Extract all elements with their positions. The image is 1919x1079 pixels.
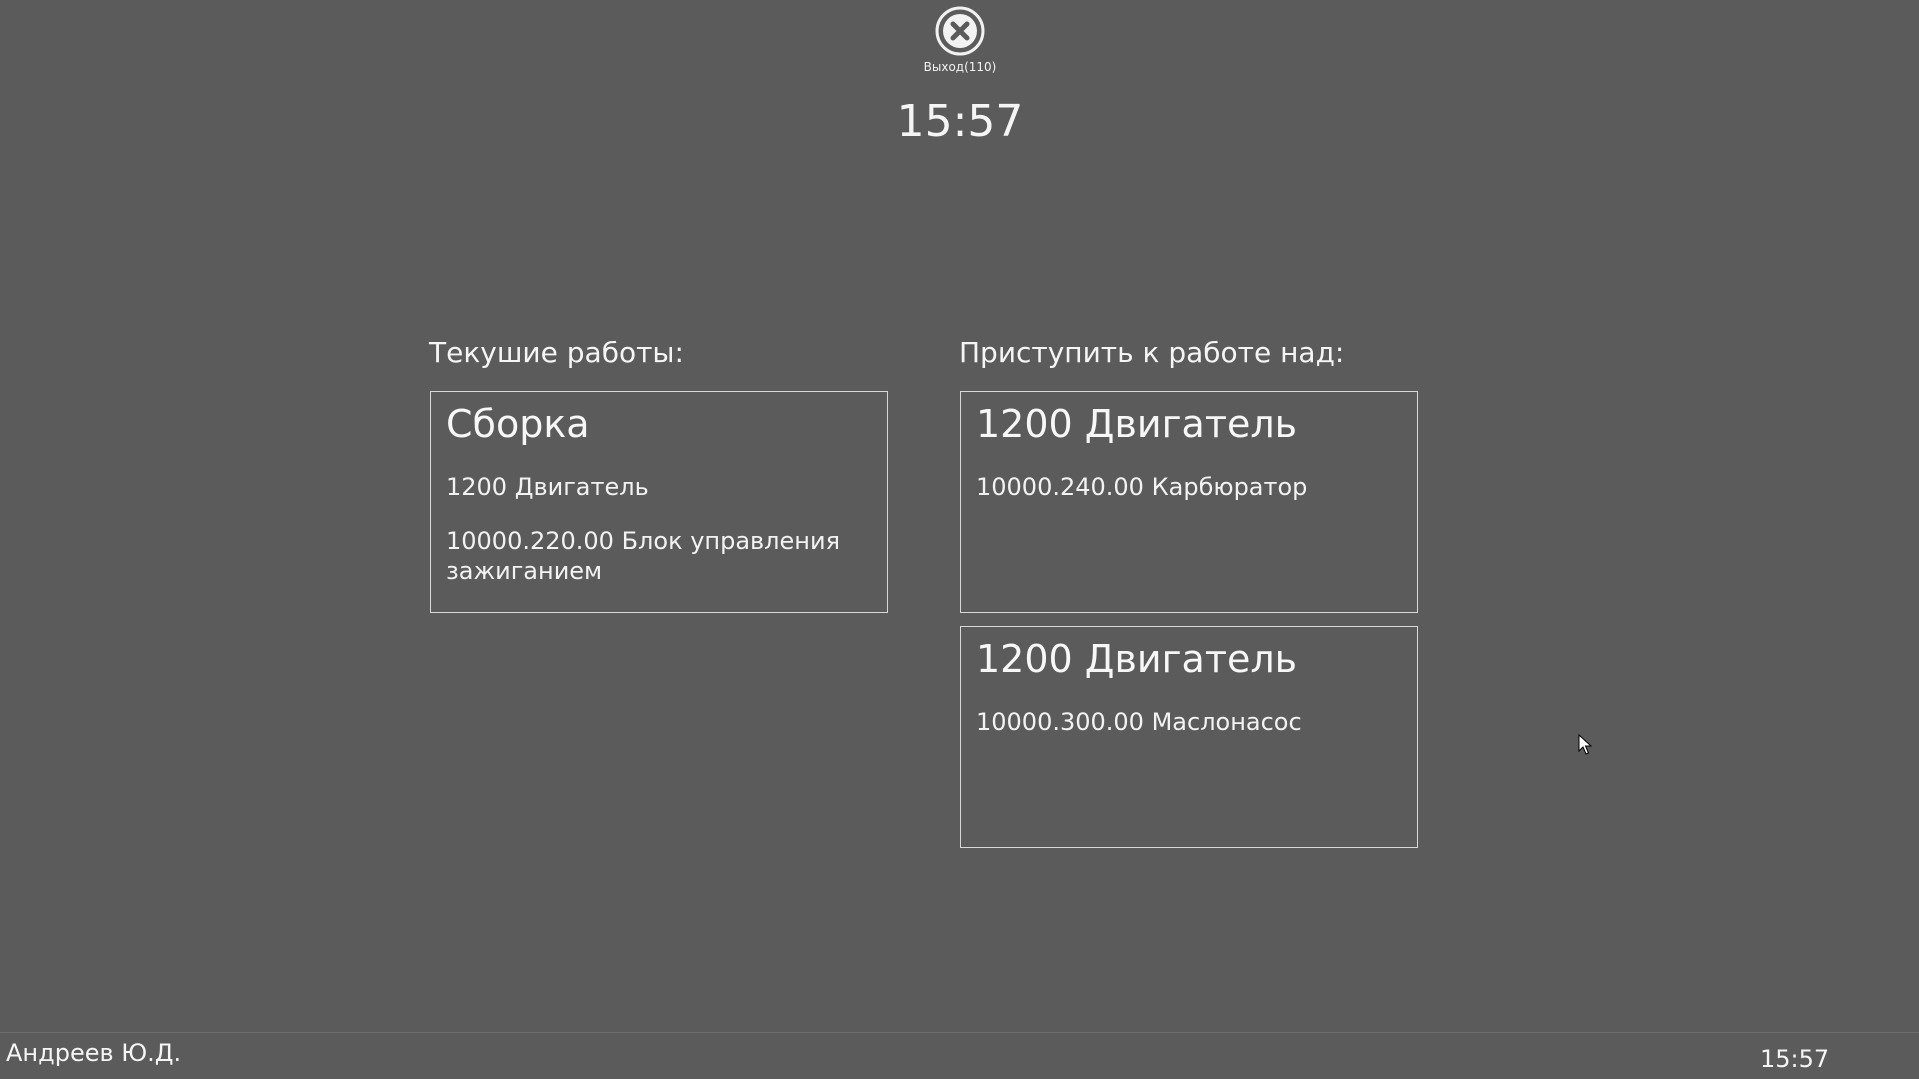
exit-label: Выход(110) xyxy=(923,60,997,74)
card-title: Сборка xyxy=(446,402,590,446)
card-part: 10000.220.00 Блок управления зажиганием xyxy=(446,526,841,585)
card-title: 1200 Двигатель xyxy=(976,402,1298,446)
current-work-card[interactable]: Сборка 1200 Двигатель 10000.220.00 Блок … xyxy=(430,391,888,613)
main-clock: 15:57 xyxy=(896,96,1024,147)
close-circle-icon xyxy=(935,6,985,56)
card-title: 1200 Двигатель xyxy=(976,637,1298,681)
card-product: 1200 Двигатель xyxy=(446,472,649,501)
card-part: 10000.300.00 Маслонасос xyxy=(976,707,1302,736)
exit-button[interactable]: Выход(110) xyxy=(910,6,1010,80)
status-time: 15:57 xyxy=(1760,1045,1830,1073)
user-name: Андреев Ю.Д. xyxy=(6,1039,182,1067)
mouse-pointer-icon xyxy=(1578,734,1592,755)
start-work-card-oil-pump[interactable]: 1200 Двигатель 10000.300.00 Маслонасос xyxy=(960,626,1418,848)
status-bar: Андреев Ю.Д. 15:57 xyxy=(0,1032,1919,1079)
app-window: Выход(110) 15:57 Текушие работы: Приступ… xyxy=(0,0,1919,1079)
card-part: 10000.240.00 Карбюратор xyxy=(976,472,1308,501)
start-work-heading: Приступить к работе над: xyxy=(959,336,1345,369)
current-work-heading: Текушие работы: xyxy=(429,336,684,369)
start-work-card-carburetor[interactable]: 1200 Двигатель 10000.240.00 Карбюратор xyxy=(960,391,1418,613)
